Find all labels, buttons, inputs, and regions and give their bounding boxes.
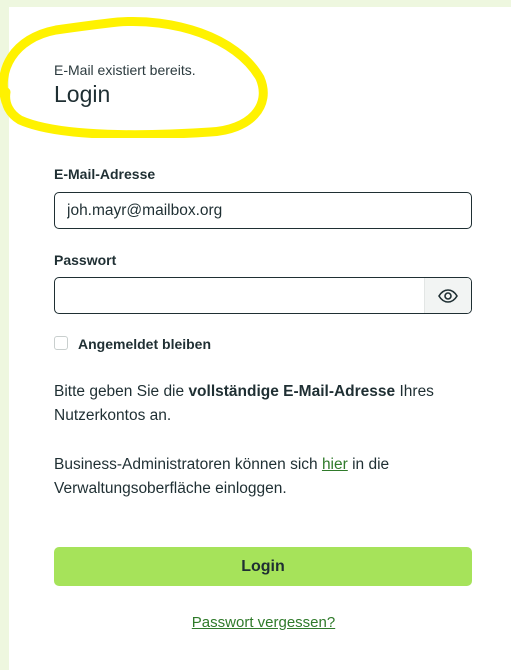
page-title: Login bbox=[54, 81, 111, 107]
password-input[interactable] bbox=[55, 278, 424, 313]
email-hint-text: Bitte geben Sie die vollständige E-Mail-… bbox=[54, 380, 474, 428]
forgot-password-link[interactable]: Passwort vergessen? bbox=[0, 614, 511, 631]
admin-hint-text: Business-Administratoren können sich hie… bbox=[54, 453, 474, 501]
password-label: Passwort bbox=[54, 252, 117, 268]
show-password-button[interactable] bbox=[424, 278, 471, 313]
email-input[interactable] bbox=[54, 192, 472, 229]
remember-label[interactable]: Angemeldet bleiben bbox=[78, 336, 211, 352]
eye-icon bbox=[438, 288, 458, 303]
email-label: E-Mail-Adresse bbox=[54, 166, 156, 182]
email-hint-prefix: Bitte geben Sie die bbox=[54, 383, 189, 400]
email-hint-bold: vollständige E-Mail-Adresse bbox=[188, 383, 396, 400]
remember-checkbox[interactable] bbox=[54, 336, 68, 350]
admin-login-link[interactable]: hier bbox=[322, 456, 348, 473]
password-field bbox=[54, 277, 472, 314]
error-notice: E-Mail existiert bereits. bbox=[54, 62, 196, 78]
admin-hint-prefix: Business-Administratoren können sich bbox=[54, 456, 322, 473]
login-button[interactable]: Login bbox=[54, 547, 472, 586]
